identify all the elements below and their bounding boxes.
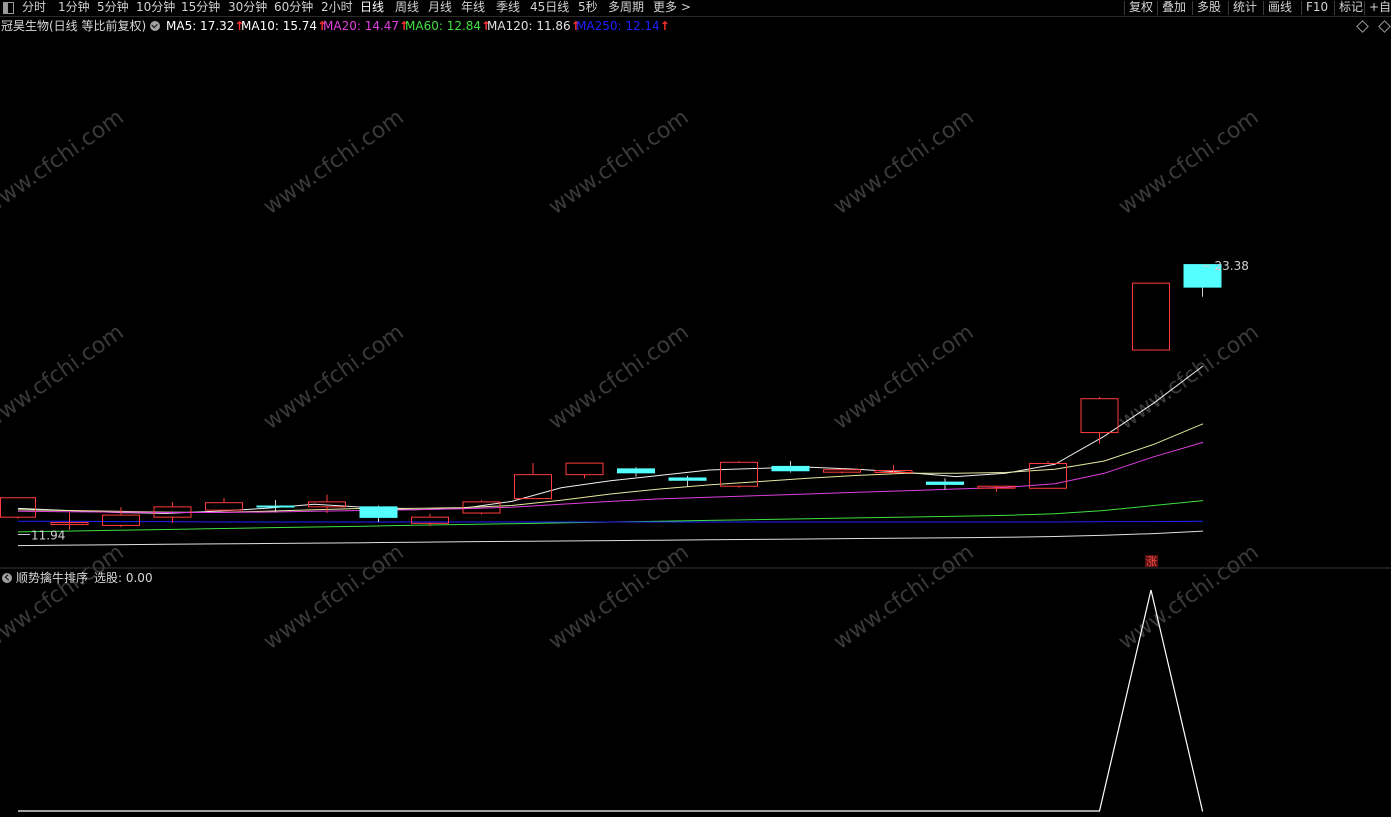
watermark-layer: www.cfchi.com www.cfchi.com www.cfchi.com w… <box>0 105 1264 655</box>
period-tab-10[interactable]: 月线 <box>428 0 452 16</box>
indicator-title[interactable]: 顺势擒牛排序 <box>16 569 88 587</box>
period-tab-13[interactable]: 45日线 <box>530 0 569 16</box>
candle-body-down <box>668 477 707 481</box>
period-toolbar: 分时 1分钟 5分钟 10分钟 15分钟 30分钟 60分钟 2小时 日线 周线 月线 年线 季线 45日… <box>0 0 1391 17</box>
ma-legend-label: MA10: 15.74 <box>241 19 318 33</box>
watermark-text: www.cfchi.com <box>544 320 693 435</box>
ma-legend-1[interactable]: MA10: 15.74↑ <box>241 17 327 35</box>
ma-line-ma120 <box>17 530 1204 547</box>
toolbar-button-1[interactable]: 叠加 <box>1162 0 1186 16</box>
candle-body-up <box>565 462 604 476</box>
toolbar-button-6[interactable]: 标记 <box>1339 0 1363 16</box>
high-price-label: 23.38 <box>1215 259 1249 273</box>
watermark-text: www.cfchi.com <box>259 105 408 220</box>
toolbar-button-4[interactable]: 画线 <box>1268 0 1292 16</box>
toolbar-button-2[interactable]: 多股 <box>1197 0 1221 16</box>
toolbar-separator <box>1157 1 1158 15</box>
candle-body-up <box>205 502 243 511</box>
candle-body-up <box>102 514 140 526</box>
toolbar-separator <box>1192 1 1193 15</box>
period-tab-12[interactable]: 季线 <box>496 0 520 16</box>
indicator-series <box>18 589 1204 812</box>
period-tab-15[interactable]: 多周期 <box>608 0 644 16</box>
watermark-text: www.cfchi.com <box>259 540 408 655</box>
indicator-collapse-icon[interactable] <box>2 569 12 587</box>
ma-legend-label: MA250: 12.14 <box>576 19 660 33</box>
stock-title[interactable]: 冠昊生物(日线 等比前复权) <box>1 17 146 35</box>
candle-body-up <box>1132 282 1170 351</box>
ma-legend-4[interactable]: MA120: 11.86↑ <box>487 17 581 35</box>
period-tab-6[interactable]: 60分钟 <box>274 0 313 16</box>
period-tab-5[interactable]: 30分钟 <box>228 0 267 16</box>
ma-legend-label: MA120: 11.86 <box>487 19 571 33</box>
period-tab-2[interactable]: 5分钟 <box>97 0 129 16</box>
toolbar-button-3[interactable]: 统计 <box>1233 0 1257 16</box>
candle-body-down <box>771 465 810 472</box>
ma-legend-0[interactable]: MA5: 17.32↑ <box>166 17 244 35</box>
candle-body-down <box>617 468 655 474</box>
period-tab-4[interactable]: 15分钟 <box>181 0 220 16</box>
period-tab-3[interactable]: 10分钟 <box>136 0 175 16</box>
candle-body-down <box>926 481 964 485</box>
candle-body-down <box>256 505 295 508</box>
toolbar-separator <box>1124 1 1125 15</box>
watermark-text: www.cfchi.com <box>1114 320 1263 435</box>
toolbar-separator <box>1301 1 1302 15</box>
period-tab-9[interactable]: 周线 <box>395 0 419 16</box>
candle-body-up <box>1080 398 1119 434</box>
candle-body-up <box>514 474 552 500</box>
indicator-value: 选股: 0.00 <box>94 571 153 585</box>
limit-up-badge: 涨 <box>1146 555 1157 568</box>
period-tab-1[interactable]: 1分钟 <box>58 0 90 16</box>
period-tab-11[interactable]: 年线 <box>461 0 485 16</box>
watermark-text: www.cfchi.com <box>259 320 408 435</box>
watermark-text: www.cfchi.com <box>1114 540 1263 655</box>
ma-line-ma10 <box>17 423 1204 514</box>
ma-legend-5[interactable]: MA250: 12.14↑ <box>576 17 670 35</box>
toolbar-separator <box>1334 1 1335 15</box>
period-tab-8[interactable]: 日线 <box>360 0 384 16</box>
toolbar-button-7[interactable]: +自 <box>1369 0 1391 16</box>
sidebar-toggle-icon[interactable] <box>3 2 14 14</box>
watermark-text: www.cfchi.com <box>0 540 129 655</box>
ma-legend-2[interactable]: MA20: 14.47↑ <box>323 17 409 35</box>
toolbar-separator <box>1228 1 1229 15</box>
watermark-text: www.cfchi.com <box>0 320 129 435</box>
watermark-text: www.cfchi.com <box>1114 105 1263 220</box>
period-tab-14[interactable]: 5秒 <box>578 0 598 16</box>
ma-line-ma250 <box>18 520 1204 523</box>
ma-legend-3[interactable]: MA60: 12.84↑ <box>405 17 491 35</box>
ma-line-ma60 <box>17 500 1204 533</box>
ma-legend-label: MA60: 12.84 <box>405 19 482 33</box>
toolbar-button-0[interactable]: 复权 <box>1129 0 1153 16</box>
candle-body-up <box>0 497 36 518</box>
period-tab-7[interactable]: 2小时 <box>321 0 353 16</box>
indicator-line <box>18 589 1204 812</box>
period-tab-16[interactable]: 更多 > <box>653 0 691 16</box>
settings-check-icon[interactable] <box>150 17 160 35</box>
watermark-text: www.cfchi.com <box>829 540 978 655</box>
period-tab-0[interactable]: 分时 <box>22 0 46 16</box>
up-arrow-icon: ↑ <box>659 19 670 33</box>
watermark-text: www.cfchi.com <box>829 320 978 435</box>
toolbar-separator <box>1263 1 1264 15</box>
ma-legend-label: MA5: 17.32 <box>166 19 235 33</box>
ma-legend-label: MA20: 14.47 <box>323 19 400 33</box>
toolbar-button-5[interactable]: F10 <box>1306 0 1328 16</box>
watermark-text: www.cfchi.com <box>0 105 129 220</box>
ma-line-ma20 <box>17 441 1204 513</box>
candle-body-down <box>359 506 398 518</box>
chart-canvas[interactable]: www.cfchi.com www.cfchi.com www.cfchi.com w… <box>0 0 1391 817</box>
watermark-text: www.cfchi.com <box>544 105 693 220</box>
toolbar-separator <box>1364 1 1365 15</box>
low-price-label: 11.94 <box>31 528 65 542</box>
watermark-text: www.cfchi.com <box>829 105 978 220</box>
watermark-text: www.cfchi.com <box>544 540 693 655</box>
candle-body-up <box>823 469 861 473</box>
